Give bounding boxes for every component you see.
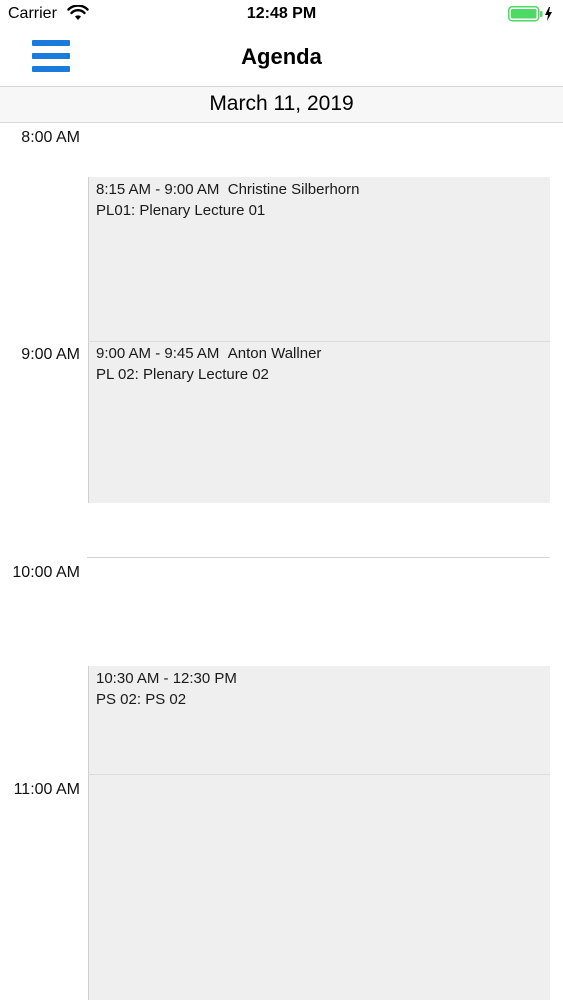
event-speaker: Anton Wallner — [227, 345, 322, 362]
event-divider — [88, 341, 550, 342]
date-header-label: March 11, 2019 — [209, 92, 354, 115]
status-time: 12:48 PM — [246, 5, 317, 22]
agenda-event[interactable]: 9:00 AM - 9:45 AM Anton Wallner PL 02: P… — [88, 341, 550, 503]
agenda-event[interactable]: 8:15 AM - 9:00 AM Christine Silberhorn P… — [88, 177, 550, 341]
agenda-event[interactable]: 10:30 AM - 12:30 PM PS 02: PS 02 — [88, 666, 550, 1000]
event-title: PS 02: PS 02 — [96, 691, 187, 708]
hour-line-11am — [88, 774, 550, 775]
event-time-range: 9:00 AM - 9:45 AM — [96, 345, 220, 362]
event-header: 8:15 AM - 9:00 AM Christine Silberhorn — [96, 179, 550, 200]
event-time-range: 8:15 AM - 9:00 AM — [96, 181, 220, 198]
hour-label-9am: 9:00 AM — [21, 346, 80, 363]
date-header: March 11, 2019 — [0, 87, 563, 123]
navigation-bar: Agenda — [0, 28, 563, 87]
battery-charging-icon — [508, 6, 552, 22]
hour-label-10am: 10:00 AM — [12, 564, 80, 581]
status-bar: Carrier 12:48 PM — [0, 0, 563, 28]
page-title: Agenda — [241, 44, 322, 69]
event-speaker: Christine Silberhorn — [227, 181, 360, 198]
event-title: PL01: Plenary Lecture 01 — [96, 202, 266, 219]
event-title: PL 02: Plenary Lecture 02 — [96, 366, 269, 383]
event-header: 9:00 AM - 9:45 AM Anton Wallner — [96, 343, 550, 364]
event-time-range: 10:30 AM - 12:30 PM — [96, 670, 237, 687]
agenda-timeline[interactable]: 8:00 AM 9:00 AM 10:00 AM 11:00 AM 8:15 A… — [0, 124, 563, 1000]
hour-label-11am: 11:00 AM — [13, 781, 80, 798]
hour-label-8am: 8:00 AM — [21, 129, 80, 146]
hour-line-10am — [87, 557, 550, 558]
